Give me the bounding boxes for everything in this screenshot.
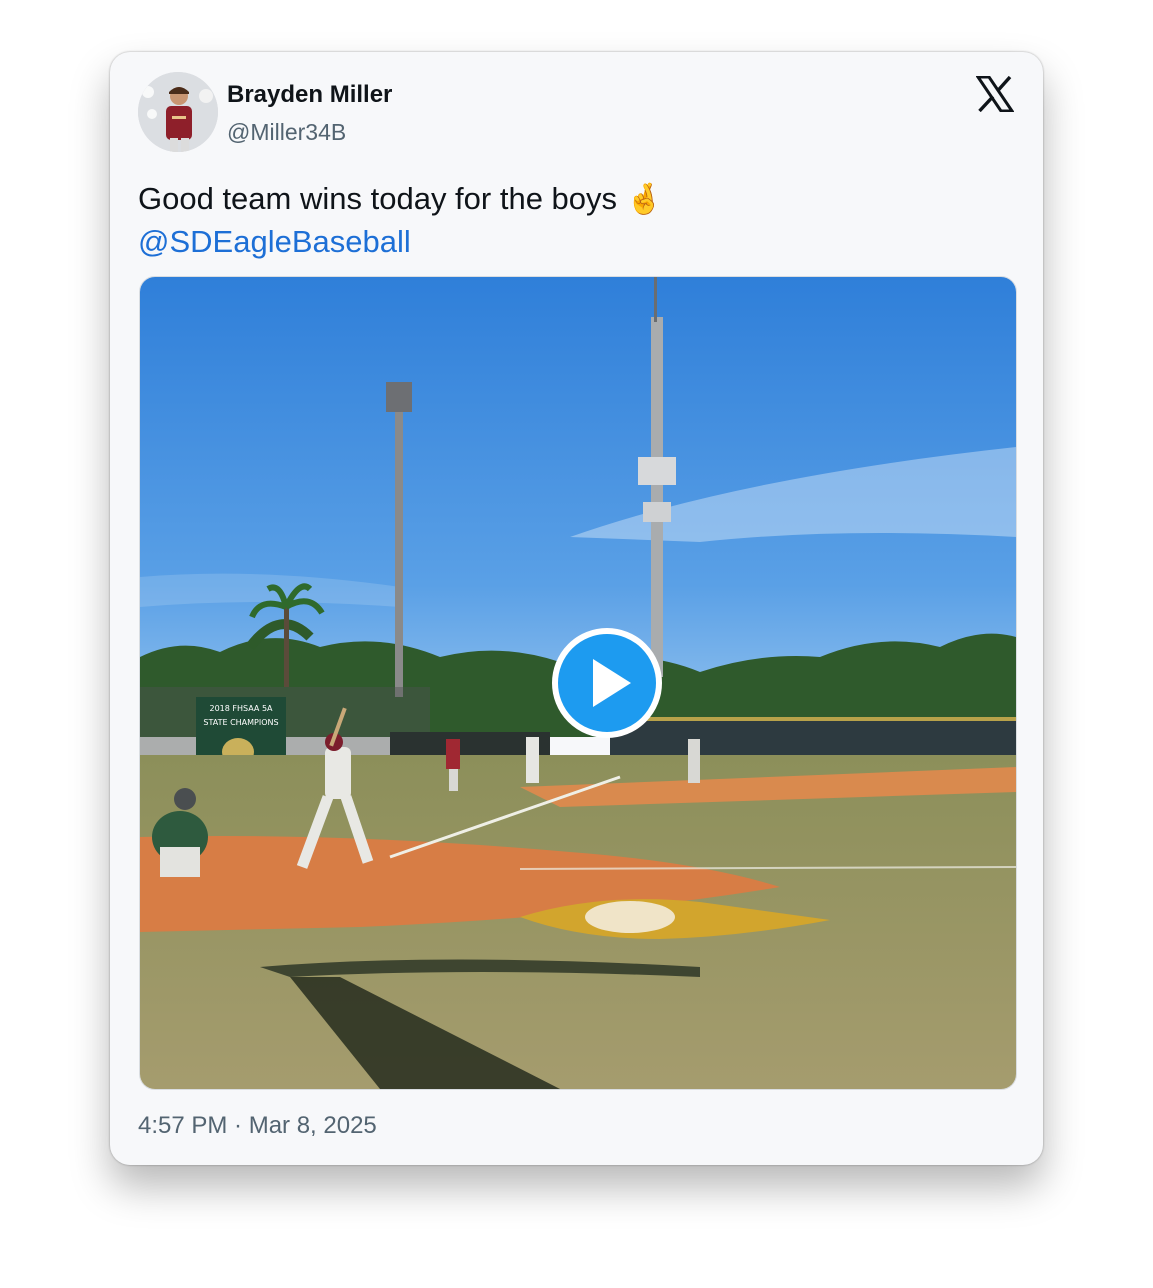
banner-line1: 2018 FHSAA 5A xyxy=(209,704,273,713)
tweet-text: Good team wins today for the boys 🤞 @SDE… xyxy=(138,178,663,263)
tweet-card: Brayden Miller @Miller34B Good team wins… xyxy=(110,52,1043,1165)
tweet-body: Good team wins today for the boys xyxy=(138,181,618,216)
avatar-image xyxy=(138,72,218,152)
video-player[interactable]: 2018 FHSAA 5A STATE CHAMPIONS xyxy=(139,276,1017,1090)
banner-line2: STATE CHAMPIONS xyxy=(203,718,278,727)
avatar[interactable] xyxy=(138,72,218,152)
play-icon[interactable] xyxy=(551,627,663,739)
author-handle[interactable]: @Miller34B xyxy=(227,119,346,146)
mention-link[interactable]: @SDEagleBaseball xyxy=(138,224,411,259)
crossed-fingers-emoji: 🤞 xyxy=(625,182,664,217)
tweet-timestamp[interactable]: 4:57 PM · Mar 8, 2025 xyxy=(138,1112,377,1140)
author-name[interactable]: Brayden Miller xyxy=(227,81,392,109)
x-logo-icon[interactable] xyxy=(976,76,1014,112)
